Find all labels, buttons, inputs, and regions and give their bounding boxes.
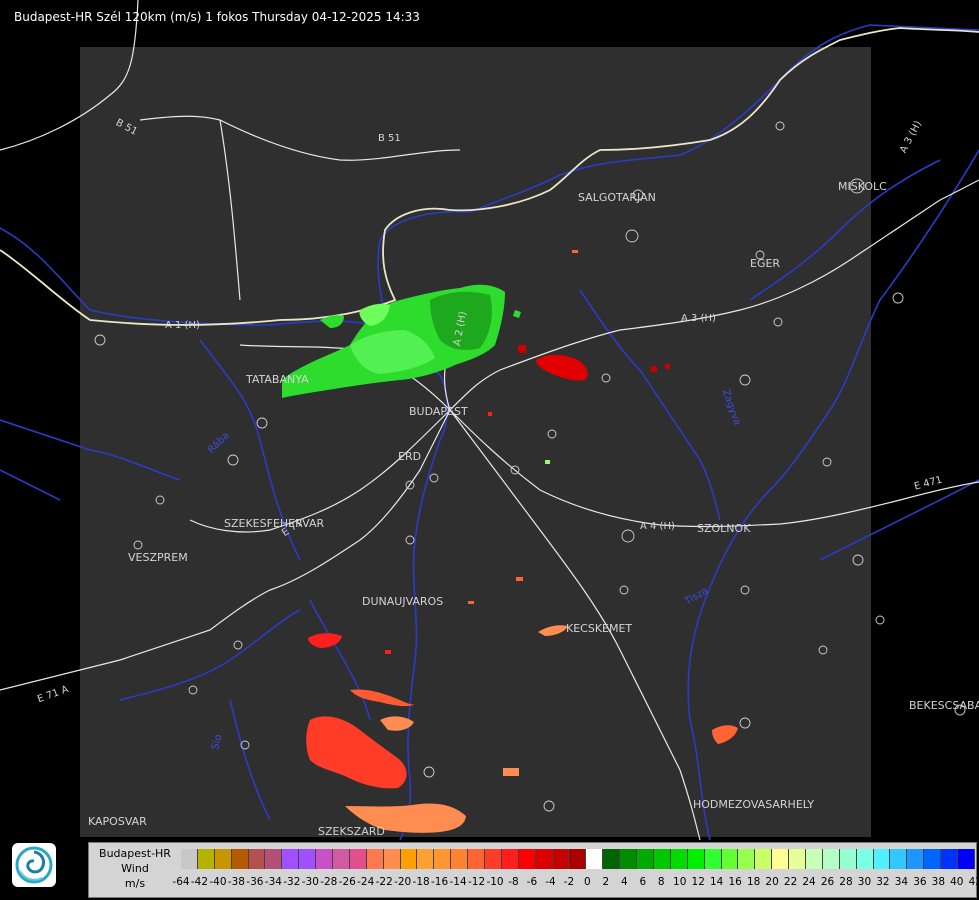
road-label-a4: A 4 (H) <box>640 521 675 532</box>
legend-swatch <box>890 849 908 869</box>
legend-swatch <box>721 849 739 869</box>
legend-swatch <box>637 849 654 869</box>
legend-swatch <box>941 849 958 869</box>
legend-swatch <box>704 849 722 869</box>
legend-title-line2: Wind <box>121 862 149 875</box>
legend-swatch <box>569 849 587 869</box>
legend-swatch <box>265 849 283 869</box>
legend-swatch <box>620 849 638 869</box>
legend-title-line3: m/s <box>124 877 146 890</box>
met-service-logo <box>12 843 56 887</box>
city-label-szekesfehervar: SZEKESFEHERVAR <box>224 517 325 530</box>
legend-swatch <box>957 849 975 869</box>
road-label-b51-east: B 51 <box>378 133 401 144</box>
city-label-kaposvar: KAPOSVAR <box>88 815 147 828</box>
legend-swatch <box>873 849 891 869</box>
legend-swatch <box>383 849 401 869</box>
legend-swatch <box>924 849 942 869</box>
legend-title: Budapest-HR Wind m/s <box>89 846 181 891</box>
legend-swatch <box>366 849 384 869</box>
legend-swatch <box>856 849 874 869</box>
radar-coverage-area <box>80 47 871 837</box>
legend-swatch <box>181 849 198 869</box>
legend-swatch <box>197 849 215 869</box>
legend-swatch <box>451 849 469 869</box>
legend-title-line1: Budapest-HR <box>99 847 171 860</box>
legend-swatch <box>738 849 756 869</box>
legend-swatch <box>248 849 266 869</box>
legend-swatch <box>518 849 536 869</box>
legend-swatch <box>755 849 773 869</box>
city-label-dunaujvaros: DUNAUJVAROS <box>362 595 444 608</box>
legend-swatch <box>907 849 925 869</box>
city-label-salgotarjan: SALGOTARJAN <box>578 191 656 204</box>
legend-swatch <box>468 849 486 869</box>
swirl-logo-icon <box>15 846 53 884</box>
legend-swatch <box>653 849 671 869</box>
city-label-szolnok: SZOLNOK <box>697 522 751 535</box>
city-label-kecskemet: KECSKEMET <box>566 622 633 635</box>
map-title: Budapest-HR Szél 120km (m/s) 1 fokos Thu… <box>14 10 420 24</box>
legend-swatch <box>214 849 232 869</box>
legend-swatch <box>316 849 334 869</box>
legend-swatch <box>687 849 705 869</box>
legend-swatch <box>349 849 367 869</box>
city-label-bekescsaba: BEKESCSABA <box>909 699 979 712</box>
legend-swatch <box>434 849 452 869</box>
city-label-eger: EGER <box>750 257 781 270</box>
city-label-hodmezovasarhely: HODMEZOVASARHELY <box>693 798 815 811</box>
city-label-erd: ERD <box>398 450 422 463</box>
legend-swatch <box>400 849 418 869</box>
city-label-miskolc: MISKOLC <box>838 180 887 193</box>
legend-swatch <box>282 849 300 869</box>
city-label-szekszard: SZEKSZARD <box>318 825 385 838</box>
city-label-tatabanya: TATABANYA <box>246 373 309 386</box>
legend-swatch <box>485 849 502 869</box>
legend-swatch <box>231 849 249 869</box>
road-label-a1: A 1 (H) <box>165 320 200 331</box>
city-label-veszprem: VESZPREM <box>128 551 188 564</box>
legend-swatch <box>535 849 553 869</box>
radar-map <box>0 0 979 841</box>
legend-swatch <box>552 849 570 869</box>
legend-swatch <box>839 849 857 869</box>
legend-swatch <box>586 849 604 869</box>
legend-swatch <box>670 849 688 869</box>
legend-swatch <box>822 849 840 869</box>
legend-swatches <box>181 849 975 869</box>
legend-swatch <box>333 849 350 869</box>
legend-tick-label: 42 <box>968 876 979 888</box>
legend-swatch <box>299 849 317 869</box>
legend-swatch <box>805 849 823 869</box>
city-label-budapest: BUDAPEST <box>409 405 468 418</box>
legend-swatch <box>789 849 806 869</box>
color-scale-legend: Budapest-HR Wind m/s -64 -42 -40 -38 -36 -34-… <box>88 842 979 898</box>
legend-swatch <box>501 849 519 869</box>
legend-swatch <box>772 849 790 869</box>
road-label-a3: A 3 (H) <box>681 313 716 324</box>
legend-swatch <box>417 849 435 869</box>
legend-swatch <box>603 849 621 869</box>
